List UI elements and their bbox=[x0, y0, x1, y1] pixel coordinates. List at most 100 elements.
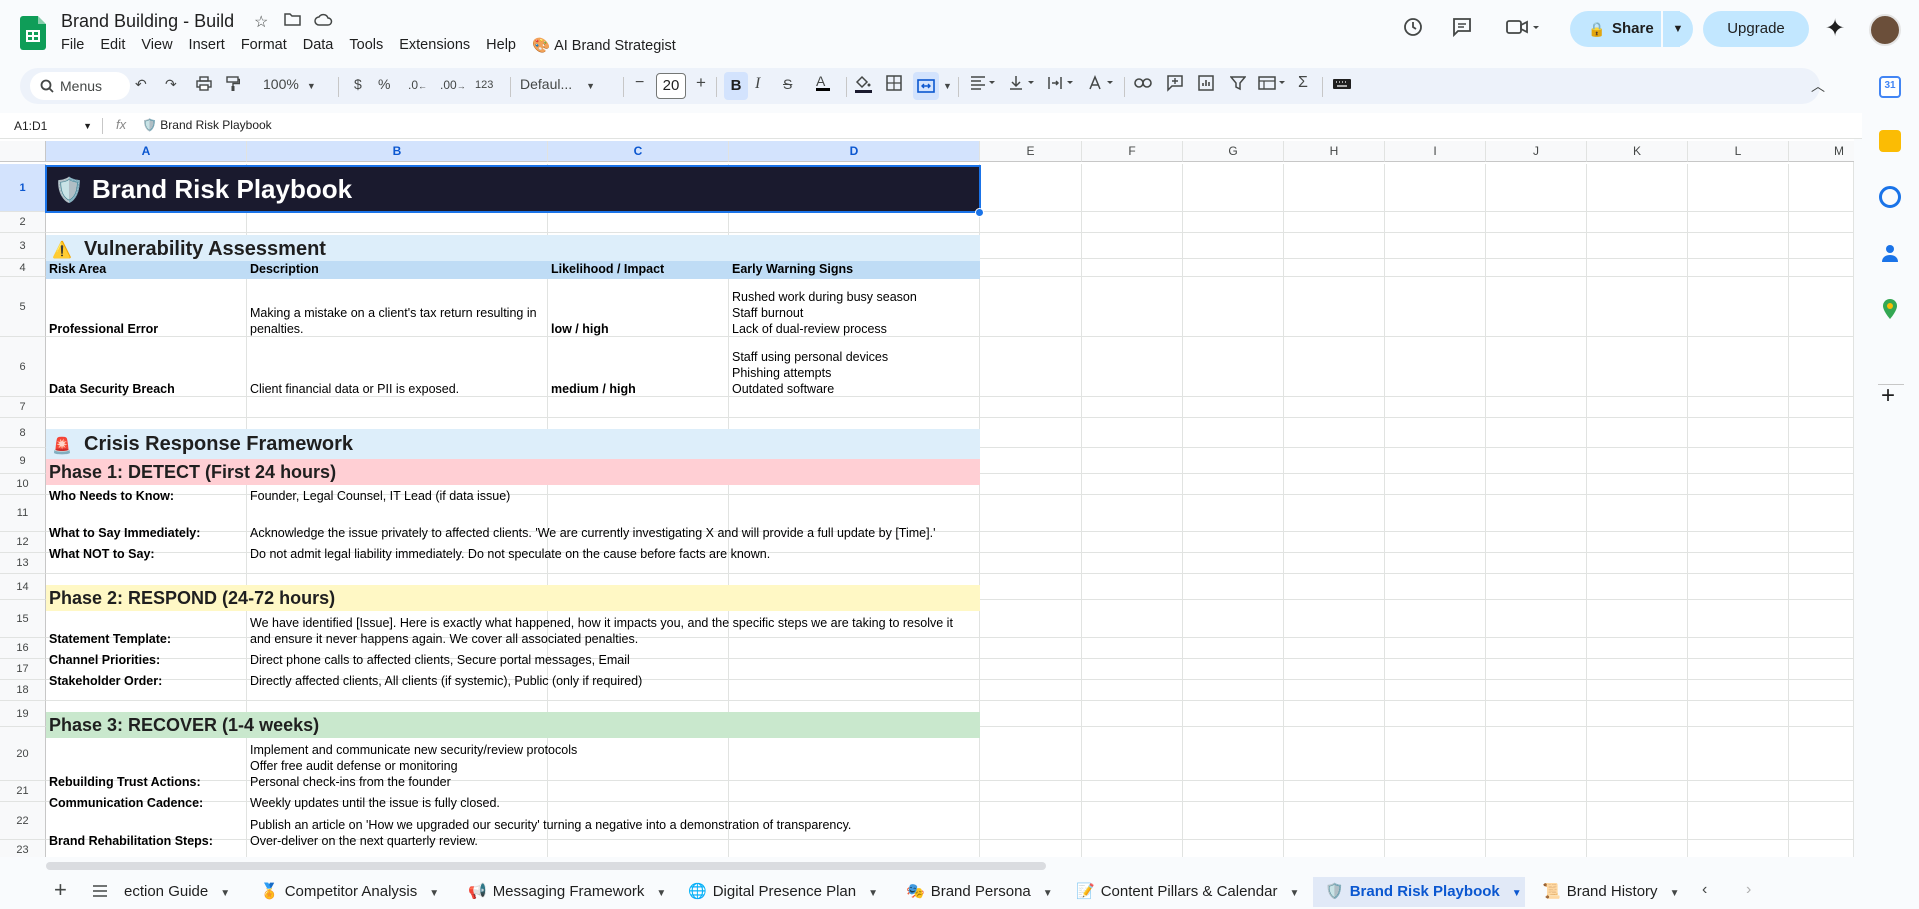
comments-icon[interactable] bbox=[1451, 16, 1473, 44]
column-header-a[interactable]: A bbox=[46, 141, 247, 162]
warning-signs-cell[interactable]: Rushed work during busy season Staff bur… bbox=[729, 279, 980, 339]
spreadsheet-grid[interactable]: ABCDEFGHIJKLM 1 2 3 4 5 6 7 8 9 10 11 12 13 14 15 16 17 1… bbox=[0, 139, 1854, 857]
merge-caret-icon[interactable]: ▼ bbox=[943, 81, 952, 91]
chevron-left-icon[interactable]: ‹ bbox=[1702, 881, 1707, 899]
p3-value[interactable]: Weekly updates until the issue is fully … bbox=[247, 792, 980, 813]
menus-search-input[interactable]: Menus bbox=[30, 72, 130, 100]
currency-format-button[interactable]: $ bbox=[354, 76, 362, 92]
horizontal-align-icon[interactable] bbox=[970, 75, 996, 94]
sheets-logo-icon[interactable] bbox=[20, 16, 46, 50]
p1-label[interactable]: What NOT to Say: bbox=[46, 543, 247, 564]
tasks-icon[interactable] bbox=[1879, 186, 1901, 208]
impact-cell[interactable]: low / high bbox=[548, 279, 729, 339]
row-header-3[interactable]: 3 bbox=[0, 233, 46, 259]
print-icon[interactable] bbox=[196, 76, 212, 94]
warning-signs-cell[interactable]: Staff using personal devices Phishing at… bbox=[729, 339, 980, 399]
menu-ai-brand-strategist[interactable]: 🎨 AI Brand Strategist bbox=[532, 37, 692, 54]
maps-icon[interactable] bbox=[1879, 298, 1901, 320]
row-header-5[interactable]: 5 bbox=[0, 277, 46, 337]
increase-decimal-button[interactable]: .00→ bbox=[440, 78, 466, 92]
p2-label[interactable]: Statement Template: bbox=[46, 611, 247, 649]
avatar[interactable] bbox=[1869, 14, 1901, 46]
tab-brand-persona[interactable]: 🎭 Brand Persona ▼ bbox=[898, 877, 1058, 907]
formula-input[interactable]: 🛡️ Brand Risk Playbook bbox=[142, 118, 272, 132]
row-header-14[interactable]: 14 bbox=[0, 574, 46, 600]
header-warning-signs[interactable]: Early Warning Signs bbox=[729, 261, 980, 279]
row-header-12[interactable]: 12 bbox=[0, 532, 46, 553]
name-box[interactable]: A1:D1 ▼ bbox=[8, 116, 96, 136]
menu-help[interactable]: Help bbox=[486, 37, 516, 54]
tab-brand-risk-playbook[interactable]: 🛡️ Brand Risk Playbook ▼ bbox=[1313, 877, 1525, 907]
row-header-22[interactable]: 22 bbox=[0, 802, 46, 840]
calendar-icon[interactable]: 31 bbox=[1879, 76, 1901, 98]
fill-handle[interactable] bbox=[975, 208, 984, 217]
column-header-d[interactable]: D bbox=[729, 141, 980, 162]
document-title[interactable]: Brand Building - Build bbox=[61, 11, 234, 32]
header-likelihood[interactable]: Likelihood / Impact bbox=[548, 261, 729, 279]
column-header-g[interactable]: G bbox=[1183, 141, 1284, 162]
menu-format[interactable]: Format bbox=[241, 37, 287, 54]
column-header-j[interactable]: J bbox=[1486, 141, 1587, 162]
merge-cells-button[interactable] bbox=[913, 72, 939, 100]
keep-icon[interactable] bbox=[1879, 130, 1901, 152]
menu-edit[interactable]: Edit bbox=[100, 37, 125, 54]
tab-messaging-framework[interactable]: 📢 Messaging Framework ▼ bbox=[460, 877, 670, 907]
p2-value[interactable]: Direct phone calls to affected clients, … bbox=[247, 649, 980, 670]
text-wrapping-icon[interactable] bbox=[1048, 75, 1074, 94]
menu-data[interactable]: Data bbox=[303, 37, 334, 54]
p2-label[interactable]: Stakeholder Order: bbox=[46, 670, 247, 691]
p2-value[interactable]: We have identified [Issue]. Here is exac… bbox=[247, 611, 980, 649]
version-history-icon[interactable] bbox=[1402, 16, 1424, 44]
p3-value[interactable]: Implement and communicate new security/r… bbox=[247, 738, 980, 792]
vertical-align-icon[interactable] bbox=[1009, 75, 1035, 94]
add-addon-icon[interactable]: + bbox=[1881, 382, 1895, 410]
paint-format-icon[interactable] bbox=[226, 76, 241, 95]
upgrade-button[interactable]: Upgrade bbox=[1703, 11, 1809, 47]
phase2-heading[interactable]: Phase 2: RESPOND (24-72 hours) bbox=[49, 588, 335, 609]
bold-button[interactable]: B bbox=[724, 72, 748, 100]
row-header-6[interactable]: 6 bbox=[0, 337, 46, 397]
insert-chart-icon[interactable] bbox=[1198, 75, 1214, 94]
tab-digital-presence-plan[interactable]: 🌐 Digital Presence Plan ▼ bbox=[680, 877, 892, 907]
p1-value[interactable]: Do not admit legal liability immediately… bbox=[247, 543, 980, 564]
row-header-23[interactable]: 23 bbox=[0, 840, 46, 857]
row-header-16[interactable]: 16 bbox=[0, 638, 46, 659]
row-header-15[interactable]: 15 bbox=[0, 600, 46, 638]
share-dropdown-button[interactable]: ▼ bbox=[1661, 11, 1693, 47]
insert-comment-icon[interactable] bbox=[1166, 74, 1184, 95]
risk-area-cell[interactable]: Data Security Breach bbox=[46, 339, 247, 399]
phase3-heading[interactable]: Phase 3: RECOVER (1-4 weeks) bbox=[49, 715, 319, 736]
p3-label[interactable]: Communication Cadence: bbox=[46, 792, 247, 813]
column-header-c[interactable]: C bbox=[548, 141, 729, 162]
phase1-heading[interactable]: Phase 1: DETECT (First 24 hours) bbox=[49, 462, 336, 483]
header-description[interactable]: Description bbox=[247, 261, 548, 279]
p1-label[interactable]: What to Say Immediately: bbox=[46, 506, 247, 543]
menu-file[interactable]: File bbox=[61, 37, 84, 54]
borders-icon[interactable] bbox=[886, 75, 902, 94]
font-select[interactable]: Defaul... ▼ bbox=[520, 76, 595, 92]
p2-label[interactable]: Channel Priorities: bbox=[46, 649, 247, 670]
p2-value[interactable]: Directly affected clients, All clients (… bbox=[247, 670, 980, 691]
increase-font-size-button[interactable]: + bbox=[696, 73, 706, 93]
input-tools-keyboard-icon[interactable] bbox=[1332, 77, 1352, 93]
row-header-7[interactable]: 7 bbox=[0, 397, 46, 418]
column-header-k[interactable]: K bbox=[1587, 141, 1688, 162]
p3-label[interactable]: Rebuilding Trust Actions: bbox=[46, 738, 247, 792]
font-size-input[interactable]: 20 bbox=[656, 73, 686, 99]
description-cell[interactable]: Making a mistake on a client's tax retur… bbox=[247, 279, 548, 339]
column-header-m[interactable]: M bbox=[1789, 141, 1854, 162]
fill-color-icon[interactable] bbox=[854, 74, 872, 97]
row-header-13[interactable]: 13 bbox=[0, 553, 46, 574]
row-header-10[interactable]: 10 bbox=[0, 474, 46, 495]
row-header-20[interactable]: 20 bbox=[0, 727, 46, 781]
header-risk-area[interactable]: Risk Area bbox=[46, 261, 247, 279]
menu-extensions[interactable]: Extensions bbox=[399, 37, 470, 54]
percent-format-button[interactable]: % bbox=[378, 76, 390, 92]
strikethrough-button[interactable]: S bbox=[783, 76, 792, 92]
column-header-i[interactable]: I bbox=[1385, 141, 1486, 162]
column-header-h[interactable]: H bbox=[1284, 141, 1385, 162]
filter-icon[interactable] bbox=[1229, 75, 1247, 94]
filter-views-icon[interactable] bbox=[1258, 75, 1286, 94]
horizontal-scrollbar[interactable] bbox=[46, 862, 1046, 870]
row-header-19[interactable]: 19 bbox=[0, 701, 46, 727]
